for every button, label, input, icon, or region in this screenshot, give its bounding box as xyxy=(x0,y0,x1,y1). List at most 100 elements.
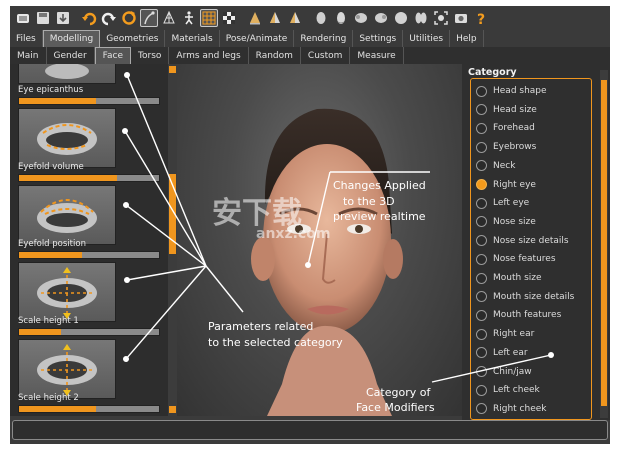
radio-button[interactable] xyxy=(476,347,487,359)
category-item[interactable]: Right cheek xyxy=(476,401,547,417)
parameter-thumbnail[interactable] xyxy=(18,262,116,322)
modelling-sub-tabs: Main Gender Face Torso Arms and legs Ran… xyxy=(10,47,610,64)
category-item[interactable]: Mouth size details xyxy=(476,289,574,305)
scrollbar-thumb[interactable] xyxy=(601,80,607,406)
radio-button[interactable] xyxy=(476,403,487,415)
radio-button[interactable] xyxy=(476,122,487,134)
new-file-icon[interactable] xyxy=(14,9,32,27)
tab-face[interactable]: Face xyxy=(94,47,132,64)
tab-settings[interactable]: Settings xyxy=(353,30,404,47)
category-item[interactable]: Head size xyxy=(476,102,537,118)
parameter-thumbnail[interactable] xyxy=(18,185,116,245)
side-view-icon[interactable] xyxy=(266,9,284,27)
face-front-icon[interactable] xyxy=(312,9,330,27)
export-icon[interactable] xyxy=(54,9,72,27)
category-item[interactable]: Mouth size xyxy=(476,270,542,286)
redo-icon[interactable] xyxy=(100,9,118,27)
category-item[interactable]: Nose features xyxy=(476,251,556,267)
tab-help[interactable]: Help xyxy=(450,30,484,47)
slider-fill xyxy=(19,98,96,104)
params-annotation-line2: to the selected category xyxy=(208,336,343,349)
category-item[interactable]: Left ear xyxy=(476,345,528,361)
reset-icon[interactable] xyxy=(120,9,138,27)
parameter-slider[interactable] xyxy=(18,405,160,413)
tab-torso[interactable]: Torso xyxy=(131,47,170,64)
radio-button[interactable] xyxy=(476,141,487,153)
category-item[interactable]: Left eye xyxy=(476,195,529,211)
parameter-slider[interactable] xyxy=(18,328,160,336)
head-right-icon[interactable] xyxy=(372,9,390,27)
category-item[interactable]: Forehead xyxy=(476,120,535,136)
tab-random[interactable]: Random xyxy=(249,47,301,64)
viewport-annotation-line1: Changes Applied xyxy=(333,179,426,192)
parameter-slider[interactable] xyxy=(18,251,160,259)
tab-geometries[interactable]: Geometries xyxy=(100,30,166,47)
category-item[interactable]: Head shape xyxy=(476,83,547,99)
parameter-thumbnail[interactable] xyxy=(18,108,116,168)
undo-icon[interactable] xyxy=(80,9,98,27)
save-icon[interactable] xyxy=(34,9,52,27)
wireframe-icon[interactable] xyxy=(160,9,178,27)
radio-button[interactable] xyxy=(476,291,487,303)
scroll-down-arrow[interactable] xyxy=(169,406,176,413)
scroll-up-arrow[interactable] xyxy=(169,66,176,73)
parameter-slider[interactable] xyxy=(18,97,160,105)
tab-rendering[interactable]: Rendering xyxy=(294,30,354,47)
tab-arms-and-legs[interactable]: Arms and legs xyxy=(169,47,249,64)
category-item[interactable]: Nose size details xyxy=(476,233,569,249)
radio-button[interactable] xyxy=(476,272,487,284)
tab-files[interactable]: Files xyxy=(10,30,43,47)
category-item[interactable]: Neck xyxy=(476,158,515,174)
help-icon[interactable]: ? xyxy=(472,9,490,27)
category-item[interactable]: Chin/jaw xyxy=(476,364,532,380)
tab-materials[interactable]: Materials xyxy=(165,30,220,47)
category-scrollbar[interactable] xyxy=(600,70,608,418)
tab-gender[interactable]: Gender xyxy=(47,47,95,64)
category-item[interactable]: Nose size xyxy=(476,214,536,230)
category-item[interactable]: Right ear xyxy=(476,326,534,342)
grid-icon[interactable] xyxy=(200,9,218,27)
parameter-thumbnail[interactable] xyxy=(18,339,116,399)
radio-button[interactable] xyxy=(476,309,487,321)
category-item[interactable]: Right eye xyxy=(476,177,536,193)
skeleton-icon[interactable] xyxy=(180,9,198,27)
tab-custom[interactable]: Custom xyxy=(301,47,351,64)
radio-button[interactable] xyxy=(476,328,487,340)
pose-tool-icon[interactable] xyxy=(140,9,158,27)
radio-button[interactable] xyxy=(476,160,487,172)
face-side-icon[interactable] xyxy=(332,9,350,27)
screenshot-icon[interactable] xyxy=(452,9,470,27)
back-view-icon[interactable] xyxy=(286,9,304,27)
radio-button[interactable] xyxy=(476,216,487,228)
radio-button[interactable] xyxy=(476,179,487,190)
head-bottom-icon[interactable] xyxy=(412,9,430,27)
parameter-slider[interactable] xyxy=(18,174,160,182)
makehuman-window: ? Files Modelling Geometries Materials P… xyxy=(10,6,610,444)
radio-button[interactable] xyxy=(476,253,487,265)
radio-button[interactable] xyxy=(476,197,487,209)
parameter-scrollbar[interactable] xyxy=(168,64,177,416)
tab-main[interactable]: Main xyxy=(10,47,47,64)
category-item-label: Right ear xyxy=(493,329,535,340)
watermark-en: anxz.com xyxy=(256,226,331,242)
category-item[interactable]: Mouth features xyxy=(476,307,561,323)
head-top-icon[interactable] xyxy=(392,9,410,27)
reset-camera-icon[interactable] xyxy=(432,9,450,27)
radio-button[interactable] xyxy=(476,366,487,377)
radio-button[interactable] xyxy=(476,85,487,97)
tab-pose-animate[interactable]: Pose/Animate xyxy=(220,30,295,47)
checker-icon[interactable] xyxy=(220,9,238,27)
category-item[interactable]: Eyebrows xyxy=(476,139,536,155)
category-item[interactable]: Left cheek xyxy=(476,382,540,398)
tab-modelling[interactable]: Modelling xyxy=(42,30,101,47)
radio-button[interactable] xyxy=(476,384,487,396)
category-item-label: Left eye xyxy=(493,198,530,209)
tab-utilities[interactable]: Utilities xyxy=(403,30,451,47)
head-left-icon[interactable] xyxy=(352,9,370,27)
front-view-icon[interactable] xyxy=(246,9,264,27)
radio-button[interactable] xyxy=(476,104,487,116)
parameter-thumbnail[interactable] xyxy=(18,64,116,84)
tab-measure[interactable]: Measure xyxy=(350,47,404,64)
radio-button[interactable] xyxy=(476,235,487,247)
scrollbar-thumb[interactable] xyxy=(169,174,176,254)
